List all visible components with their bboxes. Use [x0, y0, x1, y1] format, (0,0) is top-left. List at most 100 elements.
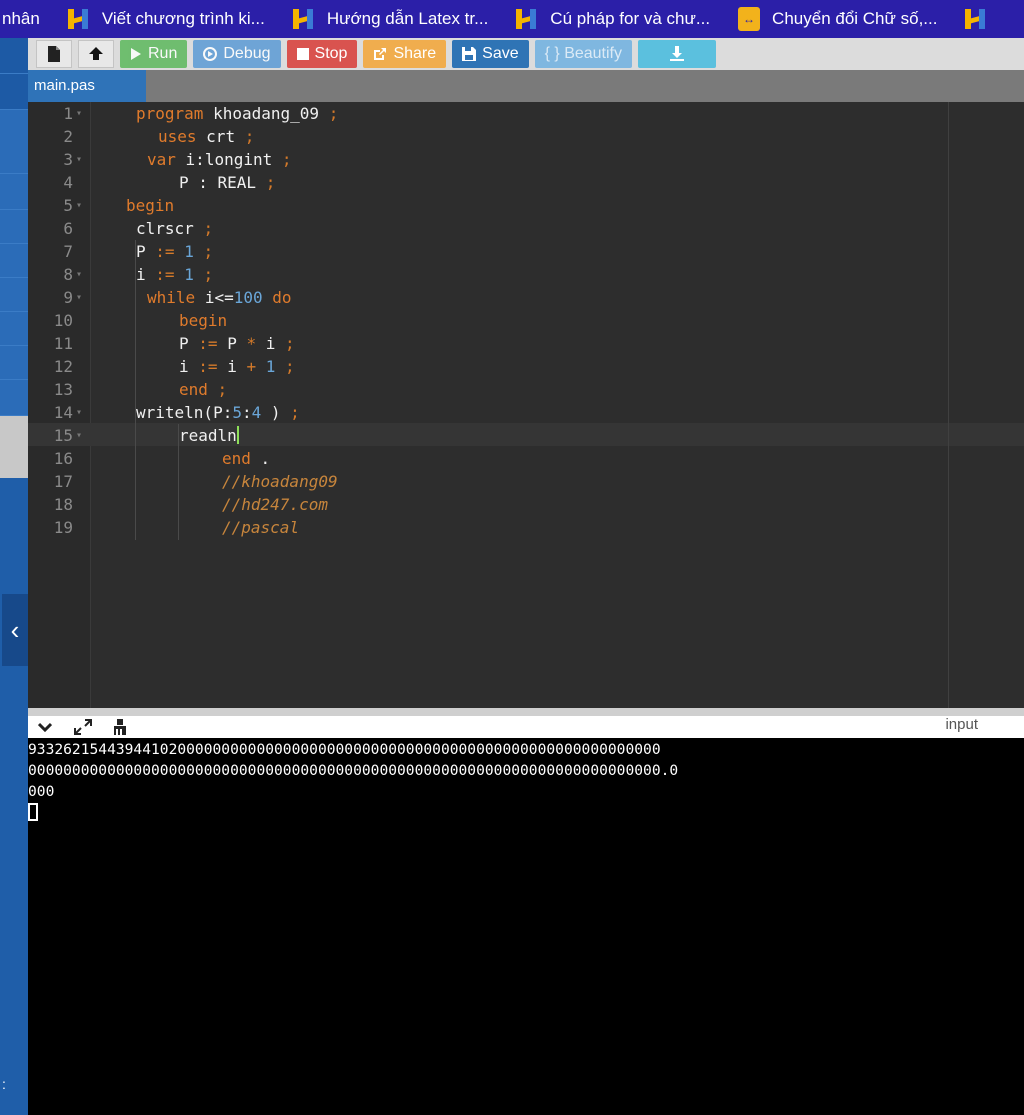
- console-output[interactable]: 9332621544394410200000000000000000000000…: [28, 738, 1024, 1115]
- code-token: 1: [265, 357, 276, 376]
- code-token: i<=: [204, 288, 234, 307]
- code-token: var: [147, 150, 176, 169]
- code-line: 8 ▾ i := 1 ;: [28, 263, 1024, 286]
- line-number: 17: [53, 472, 73, 491]
- sidebar-band[interactable]: [0, 110, 28, 174]
- code-line: 15 ▾ readln: [28, 424, 1024, 447]
- bookmark-0[interactable]: nhân: [0, 0, 60, 38]
- code-token: while: [147, 288, 196, 307]
- sidebar-band[interactable]: [0, 174, 28, 210]
- code-token: begin: [179, 311, 228, 330]
- sidebar-highlight: [0, 416, 28, 478]
- bookmark-1[interactable]: Viết chương trình ki...: [60, 0, 285, 38]
- code-token: begin: [126, 196, 175, 215]
- sidebar-band[interactable]: [0, 74, 28, 110]
- code-line: 12 i := i + 1 ;: [28, 355, 1024, 378]
- run-label: Run: [148, 45, 178, 62]
- tab-main-pas[interactable]: main.pas: [28, 70, 146, 102]
- sidebar-band[interactable]: [0, 244, 28, 278]
- code-line: 7 P := 1 ;: [28, 240, 1024, 263]
- collapse-sidebar-button[interactable]: ‹: [2, 594, 28, 666]
- fold-arrow-icon[interactable]: ▾: [76, 286, 82, 309]
- sidebar-band[interactable]: [0, 210, 28, 244]
- panel-splitter[interactable]: [28, 708, 1024, 716]
- sidebar-band[interactable]: [0, 38, 28, 74]
- sidebar-band[interactable]: [0, 346, 28, 380]
- expand-icon: [74, 719, 92, 735]
- code-token: crt: [206, 127, 236, 146]
- line-number: 13: [53, 380, 73, 399]
- code-token: end: [179, 380, 208, 399]
- bookmark-label: Chuyển đổi Chữ số,...: [772, 9, 938, 28]
- bookmark-label: nhân: [2, 9, 40, 28]
- code-text: begin: [179, 309, 227, 332]
- fold-arrow-icon[interactable]: ▾: [76, 102, 82, 125]
- bookmark-5[interactable]: [957, 0, 1019, 38]
- bookmark-label: Viết chương trình ki...: [101, 9, 265, 28]
- code-token: :=: [155, 242, 175, 261]
- line-number: 14: [53, 403, 73, 422]
- fold-arrow-icon[interactable]: ▾: [76, 148, 82, 171]
- code-token: 1: [184, 265, 194, 284]
- share-button[interactable]: Share: [363, 40, 447, 68]
- new-file-button[interactable]: [36, 40, 72, 68]
- line-number: 9: [63, 288, 73, 307]
- stop-icon: [296, 48, 309, 60]
- line-number: 10: [53, 311, 73, 330]
- code-token: program: [136, 104, 204, 123]
- code-token: 100: [233, 288, 263, 307]
- sidebar-band[interactable]: [0, 278, 28, 312]
- sidebar-band[interactable]: [0, 312, 28, 346]
- code-token: i: [179, 357, 189, 376]
- editor-toolbar: Run Debug Stop Share Save { } Beautify: [28, 38, 1024, 70]
- code-text: while i<=100 do: [147, 286, 292, 309]
- code-text: begin: [126, 194, 174, 217]
- fold-arrow-icon[interactable]: ▾: [76, 263, 82, 286]
- fold-arrow-icon[interactable]: ▾: [76, 194, 82, 217]
- code-token: P : REAL: [179, 173, 257, 192]
- code-token: i: [265, 334, 276, 353]
- tab-label: main.pas: [34, 77, 95, 94]
- console-cursor-line: [28, 802, 1024, 823]
- dots-icon: :: [2, 1076, 6, 1092]
- beautify-button[interactable]: { } Beautify: [534, 40, 632, 68]
- bookmark-4[interactable]: ↔ Chuyển đổi Chữ số,...: [730, 0, 957, 38]
- code-token: ): [270, 403, 281, 422]
- code-token: //pascal: [222, 518, 300, 537]
- stop-button[interactable]: Stop: [286, 40, 358, 68]
- code-token: khoadang_09: [213, 104, 320, 123]
- debug-button[interactable]: Debug: [193, 40, 281, 68]
- download-icon: [670, 46, 684, 61]
- line-number: 18: [53, 495, 73, 514]
- save-button[interactable]: Save: [452, 40, 529, 68]
- save-label: Save: [482, 45, 519, 62]
- fold-arrow-icon[interactable]: ▾: [76, 424, 82, 447]
- collapse-console-button[interactable]: [38, 716, 52, 738]
- play-icon: [131, 48, 141, 60]
- code-line: 18 //hd247.com: [28, 493, 1024, 516]
- code-editor[interactable]: 1 ▾ program khoadang_09 ; 2 uses crt ; 3 ▾ var …: [28, 102, 1024, 708]
- upload-button[interactable]: [78, 40, 114, 68]
- code-token: ;: [265, 173, 276, 192]
- expand-console-button[interactable]: [74, 716, 92, 738]
- code-token: 5: [232, 403, 242, 422]
- sidebar-band[interactable]: [0, 380, 28, 416]
- code-line: 14 ▾ writeln(P:5:4 ) ;: [28, 401, 1024, 424]
- code-token: i: [136, 265, 146, 284]
- beautify-label: { } Beautify: [544, 45, 622, 62]
- line-number: 12: [53, 357, 73, 376]
- code-token: ;: [244, 127, 255, 146]
- console-line: 9332621544394410200000000000000000000000…: [28, 741, 661, 758]
- bookmark-2[interactable]: Hướng dẫn Latex tr...: [285, 0, 508, 38]
- code-line: 19 //pascal: [28, 516, 1024, 539]
- download-button[interactable]: [638, 40, 716, 68]
- code-token: end: [222, 449, 251, 468]
- console-input-tab[interactable]: input: [945, 716, 978, 733]
- code-line: 10 begin: [28, 309, 1024, 332]
- bookmark-3[interactable]: Cú pháp for và chư...: [508, 0, 730, 38]
- code-text: uses crt ;: [158, 125, 254, 148]
- run-button[interactable]: Run: [120, 40, 188, 68]
- fold-arrow-icon[interactable]: ▾: [76, 401, 82, 424]
- hd-logo-icon: [516, 7, 538, 31]
- clear-console-button[interactable]: [112, 716, 128, 738]
